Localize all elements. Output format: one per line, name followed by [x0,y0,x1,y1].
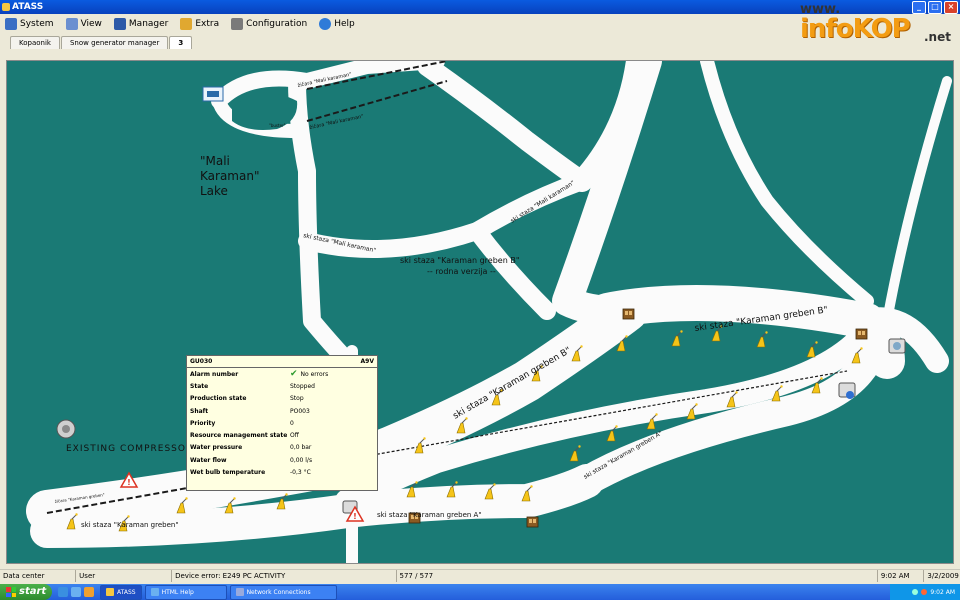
menu-manager[interactable]: Manager [109,15,175,33]
configuration-icon [231,18,244,30]
pump-station-icon[interactable] [202,86,224,102]
help-task-icon [150,588,159,596]
lake-label-line1: "Mali [200,154,230,168]
start-button[interactable]: start [0,584,52,600]
security-tray-icon[interactable] [921,589,928,595]
lake-label-line2: Karaman" [200,169,259,183]
menu-configuration[interactable]: Configuration [226,15,314,33]
popup-row-resource-management: Resource management state Off [190,432,299,440]
status-count: 577 / 577 [397,570,878,582]
device-id: GU030 [190,358,213,365]
extra-icon [180,18,193,30]
popup-header: GU030 A9V [187,356,377,368]
status-user: User [76,570,173,582]
atass-task-icon [106,588,114,596]
quick-launch [58,587,94,597]
network-task-icon [235,588,244,596]
tab-kopaonik[interactable]: Kopaonik [10,36,60,49]
window-title: ATASS [12,2,44,12]
svg-text:!: ! [353,512,357,521]
ski-resort-map: ! ! "Mali Karaman" Lake EXISTING COMPRES… [26,61,952,563]
run-label-rodna-verzija: -- rodna verzija -- [427,267,496,276]
status-date: 3/2/2009 [927,572,959,580]
menu-extra[interactable]: Extra [175,15,226,33]
taskbar: start ATASS HTML Help Network Connection… [0,584,960,600]
small-label: "buster" [269,123,286,128]
status-device-error: Device error: E249 PC ACTIVITY [172,570,397,582]
popup-row-water-flow: Water flow 0,00 l/s [190,456,313,464]
tab-snow-generator-manager[interactable]: Snow generator manager [60,36,169,49]
popup-row-production-state: Production state Stop [190,395,304,403]
popup-row-alarm: Alarm number ✔ No errors [190,369,329,380]
system-icon [5,18,17,30]
menu-help[interactable]: Help [314,15,362,33]
compressor-icon[interactable] [56,419,76,439]
popup-row-state: State Stopped [190,382,315,390]
status-data-center: Data center [0,570,77,582]
tab-bar: Kopaonik Snow generator manager 3 [0,36,810,50]
device-code: A9V [360,358,374,365]
status-time: 9:02 AM [878,570,925,582]
water-pump-icon[interactable] [888,338,906,354]
desktop-icon[interactable] [71,587,81,597]
system-tray: 9:02 AM [890,584,960,600]
popup-row-shaft: Shaft PO003 [190,407,310,415]
media-icon[interactable] [84,587,94,597]
manager-icon [113,18,126,30]
popup-row-wet-bulb-temperature: Wet bulb temperature -0,3 °C [190,469,311,477]
menu-view[interactable]: View [61,15,109,33]
ie-icon[interactable] [58,587,68,597]
tab-3[interactable]: 3 [169,36,193,49]
network-tray-icon[interactable] [912,589,919,595]
run-label-greben-b-main: ski staza "Karaman greben B" [400,256,520,265]
run-label-greben-a-bottom: ski staza "Karaman greben A" [377,511,482,519]
windows-flag-icon [6,587,16,597]
popup-row-priority: Priority 0 [190,419,294,427]
taskbar-item-atass[interactable]: ATASS [100,584,142,600]
app-icon [2,3,10,11]
lift-label-mid: žičara "Mali karaman" [309,113,364,131]
help-icon [319,18,332,30]
tray-clock: 9:02 AM [930,588,955,596]
watermark-logo: www. infoKOP .net [800,2,951,44]
map-canvas[interactable]: ! ! "Mali Karaman" Lake EXISTING COMPRES… [6,60,954,564]
control-unit-icon[interactable] [838,382,856,399]
svg-text:!: ! [127,478,131,487]
lake-label-line3: Lake [200,184,228,198]
checkmark-icon: ✔ [290,369,298,380]
view-icon [65,18,78,30]
taskbar-item-html-help[interactable]: HTML Help [144,584,227,600]
taskbar-item-network-connections[interactable]: Network Connections [229,584,337,600]
menu-system[interactable]: System [0,15,61,33]
run-label-greben-bottom-left: ski staza "Karaman greben" [81,521,179,529]
status-bar: Data center User Device error: E249 PC A… [0,569,960,582]
device-info-popup: GU030 A9V Alarm number ✔ No errors State St… [186,355,378,491]
popup-row-water-pressure: Water pressure 0,0 bar [190,444,312,452]
compressor-label: EXISTING COMPRESSOR [66,444,193,454]
